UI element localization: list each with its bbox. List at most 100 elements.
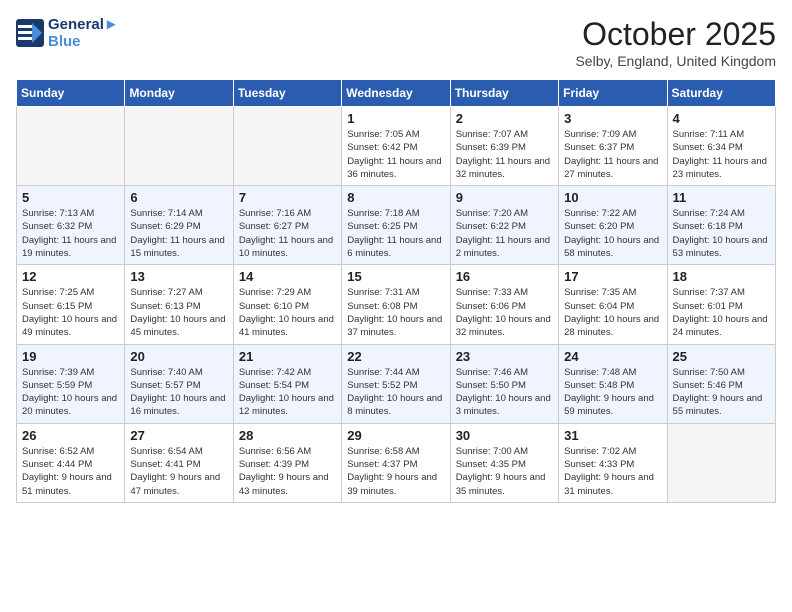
calendar-week-2: 5 Sunrise: 7:13 AMSunset: 6:32 PMDaylight… (17, 186, 776, 265)
calendar-cell-w4-d4: 23 Sunrise: 7:46 AMSunset: 5:50 PMDayligh… (450, 344, 558, 423)
weekday-thursday: Thursday (450, 80, 558, 107)
day-number: 3 (564, 111, 661, 126)
calendar-cell-w5-d1: 27 Sunrise: 6:54 AMSunset: 4:41 PMDayligh… (125, 423, 233, 502)
location-subtitle: Selby, England, United Kingdom (575, 53, 776, 69)
calendar-cell-w1-d4: 2Sunrise: 7:07 AMSunset: 6:39 PMDaylight… (450, 107, 558, 186)
day-number: 26 (22, 428, 119, 443)
day-info: Sunrise: 7:16 AMSunset: 6:27 PMDaylight:… (239, 207, 336, 260)
calendar-cell-w1-d1 (125, 107, 233, 186)
day-info: Sunrise: 7:22 AMSunset: 6:20 PMDaylight:… (564, 207, 661, 260)
day-info: Sunrise: 7:09 AMSunset: 6:37 PMDaylight:… (564, 128, 661, 181)
day-number: 29 (347, 428, 444, 443)
day-number: 22 (347, 349, 444, 364)
day-number: 23 (456, 349, 553, 364)
calendar-week-3: 12Sunrise: 7:25 AMSunset: 6:15 PMDayligh… (17, 265, 776, 344)
weekday-friday: Friday (559, 80, 667, 107)
day-number: 12 (22, 269, 119, 284)
day-number: 27 (130, 428, 227, 443)
calendar-cell-w1-d3: 1 Sunrise: 7:05 AMSunset: 6:42 PMDaylight… (342, 107, 450, 186)
calendar-cell-w2-d5: 10Sunrise: 7:22 AMSunset: 6:20 PMDayligh… (559, 186, 667, 265)
day-number: 30 (456, 428, 553, 443)
weekday-sunday: Sunday (17, 80, 125, 107)
day-info: Sunrise: 7:05 AMSunset: 6:42 PMDaylight:… (347, 128, 444, 181)
logo-icon (16, 19, 44, 47)
month-title: October 2025 (575, 16, 776, 53)
calendar-cell-w3-d5: 17Sunrise: 7:35 AMSunset: 6:04 PMDayligh… (559, 265, 667, 344)
calendar-cell-w3-d1: 13Sunrise: 7:27 AMSunset: 6:13 PMDayligh… (125, 265, 233, 344)
calendar-cell-w4-d1: 20 Sunrise: 7:40 AMSunset: 5:57 PMDayligh… (125, 344, 233, 423)
day-number: 14 (239, 269, 336, 284)
day-number: 1 (347, 111, 444, 126)
day-info: Sunrise: 7:24 AMSunset: 6:18 PMDaylight:… (673, 207, 770, 260)
calendar-week-5: 26 Sunrise: 6:52 AMSunset: 4:44 PMDayligh… (17, 423, 776, 502)
day-info: Sunrise: 7:48 AMSunset: 5:48 PMDaylight:… (564, 366, 661, 419)
logo: General► Blue (16, 16, 119, 50)
calendar-cell-w3-d4: 16Sunrise: 7:33 AMSunset: 6:06 PMDayligh… (450, 265, 558, 344)
calendar-cell-w3-d6: 18Sunrise: 7:37 AMSunset: 6:01 PMDayligh… (667, 265, 775, 344)
calendar-cell-w1-d5: 3 Sunrise: 7:09 AMSunset: 6:37 PMDaylight… (559, 107, 667, 186)
day-number: 28 (239, 428, 336, 443)
day-info: Sunrise: 7:35 AMSunset: 6:04 PMDaylight:… (564, 286, 661, 339)
weekday-saturday: Saturday (667, 80, 775, 107)
day-number: 15 (347, 269, 444, 284)
calendar-table: SundayMondayTuesdayWednesdayThursdayFrid… (16, 79, 776, 503)
calendar-cell-w2-d1: 6 Sunrise: 7:14 AMSunset: 6:29 PMDaylight… (125, 186, 233, 265)
calendar-cell-w3-d3: 15 Sunrise: 7:31 AMSunset: 6:08 PMDayligh… (342, 265, 450, 344)
calendar-cell-w5-d6 (667, 423, 775, 502)
calendar-cell-w1-d0 (17, 107, 125, 186)
day-number: 6 (130, 190, 227, 205)
day-info: Sunrise: 7:40 AMSunset: 5:57 PMDaylight:… (130, 366, 227, 419)
day-number: 21 (239, 349, 336, 364)
weekday-monday: Monday (125, 80, 233, 107)
day-info: Sunrise: 7:18 AMSunset: 6:25 PMDaylight:… (347, 207, 444, 260)
day-number: 4 (673, 111, 770, 126)
calendar-cell-w2-d3: 8Sunrise: 7:18 AMSunset: 6:25 PMDaylight… (342, 186, 450, 265)
day-info: Sunrise: 7:29 AMSunset: 6:10 PMDaylight:… (239, 286, 336, 339)
day-info: Sunrise: 7:31 AMSunset: 6:08 PMDaylight:… (347, 286, 444, 339)
calendar-cell-w4-d6: 25 Sunrise: 7:50 AMSunset: 5:46 PMDayligh… (667, 344, 775, 423)
calendar-cell-w5-d4: 30Sunrise: 7:00 AMSunset: 4:35 PMDayligh… (450, 423, 558, 502)
day-number: 31 (564, 428, 661, 443)
day-number: 5 (22, 190, 119, 205)
day-info: Sunrise: 7:13 AMSunset: 6:32 PMDaylight:… (22, 207, 119, 260)
weekday-header-row: SundayMondayTuesdayWednesdayThursdayFrid… (17, 80, 776, 107)
calendar-week-1: 1 Sunrise: 7:05 AMSunset: 6:42 PMDaylight… (17, 107, 776, 186)
day-info: Sunrise: 6:56 AMSunset: 4:39 PMDaylight:… (239, 445, 336, 498)
day-number: 25 (673, 349, 770, 364)
day-info: Sunrise: 7:20 AMSunset: 6:22 PMDaylight:… (456, 207, 553, 260)
calendar-cell-w4-d3: 22 Sunrise: 7:44 AMSunset: 5:52 PMDayligh… (342, 344, 450, 423)
calendar-cell-w5-d2: 28 Sunrise: 6:56 AMSunset: 4:39 PMDayligh… (233, 423, 341, 502)
day-info: Sunrise: 7:07 AMSunset: 6:39 PMDaylight:… (456, 128, 553, 181)
calendar-cell-w5-d3: 29 Sunrise: 6:58 AMSunset: 4:37 PMDayligh… (342, 423, 450, 502)
logo-text: General► Blue (48, 16, 119, 50)
day-number: 24 (564, 349, 661, 364)
day-number: 13 (130, 269, 227, 284)
day-number: 11 (673, 190, 770, 205)
day-number: 7 (239, 190, 336, 205)
day-info: Sunrise: 7:50 AMSunset: 5:46 PMDaylight:… (673, 366, 770, 419)
calendar-cell-w4-d0: 19 Sunrise: 7:39 AMSunset: 5:59 PMDayligh… (17, 344, 125, 423)
day-number: 20 (130, 349, 227, 364)
calendar-cell-w2-d4: 9 Sunrise: 7:20 AMSunset: 6:22 PMDaylight… (450, 186, 558, 265)
day-info: Sunrise: 7:46 AMSunset: 5:50 PMDaylight:… (456, 366, 553, 419)
title-block: October 2025 Selby, England, United King… (575, 16, 776, 69)
calendar-cell-w3-d0: 12Sunrise: 7:25 AMSunset: 6:15 PMDayligh… (17, 265, 125, 344)
day-info: Sunrise: 7:39 AMSunset: 5:59 PMDaylight:… (22, 366, 119, 419)
day-info: Sunrise: 7:42 AMSunset: 5:54 PMDaylight:… (239, 366, 336, 419)
calendar-cell-w3-d2: 14 Sunrise: 7:29 AMSunset: 6:10 PMDayligh… (233, 265, 341, 344)
day-info: Sunrise: 7:14 AMSunset: 6:29 PMDaylight:… (130, 207, 227, 260)
weekday-tuesday: Tuesday (233, 80, 341, 107)
day-info: Sunrise: 6:54 AMSunset: 4:41 PMDaylight:… (130, 445, 227, 498)
calendar-cell-w2-d0: 5 Sunrise: 7:13 AMSunset: 6:32 PMDaylight… (17, 186, 125, 265)
calendar-cell-w5-d5: 31Sunrise: 7:02 AMSunset: 4:33 PMDayligh… (559, 423, 667, 502)
calendar-week-4: 19 Sunrise: 7:39 AMSunset: 5:59 PMDayligh… (17, 344, 776, 423)
day-info: Sunrise: 6:58 AMSunset: 4:37 PMDaylight:… (347, 445, 444, 498)
day-number: 9 (456, 190, 553, 205)
day-info: Sunrise: 6:52 AMSunset: 4:44 PMDaylight:… (22, 445, 119, 498)
calendar-cell-w1-d6: 4Sunrise: 7:11 AMSunset: 6:34 PMDaylight… (667, 107, 775, 186)
day-number: 19 (22, 349, 119, 364)
calendar-cell-w5-d0: 26 Sunrise: 6:52 AMSunset: 4:44 PMDayligh… (17, 423, 125, 502)
day-number: 18 (673, 269, 770, 284)
calendar-cell-w4-d5: 24 Sunrise: 7:48 AMSunset: 5:48 PMDayligh… (559, 344, 667, 423)
day-info: Sunrise: 7:44 AMSunset: 5:52 PMDaylight:… (347, 366, 444, 419)
